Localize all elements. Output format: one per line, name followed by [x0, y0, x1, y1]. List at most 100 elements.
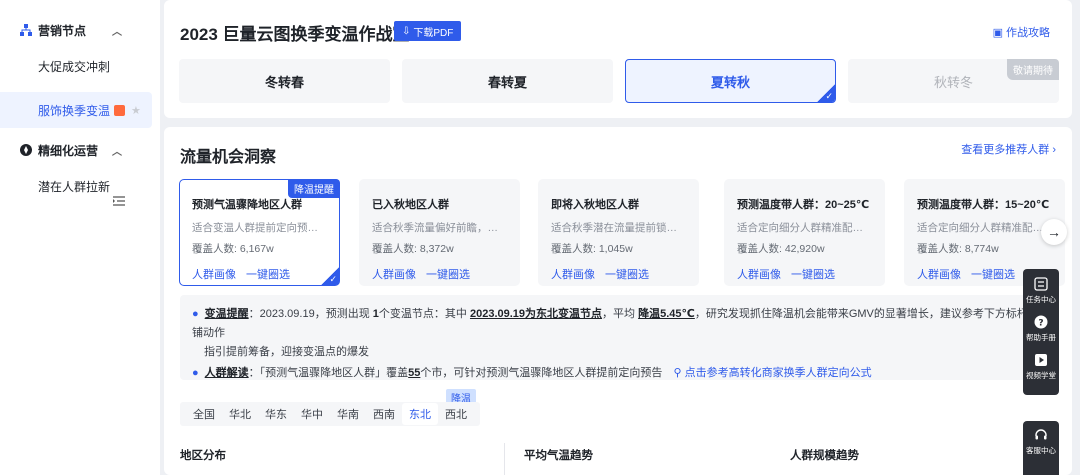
sidebar-group-label: 营销节点 — [38, 23, 87, 38]
sidebar-item-season-change[interactable]: 服饰换季变温 ★ — [0, 92, 152, 128]
region-tab[interactable]: 华南 — [330, 403, 366, 425]
portrait-link[interactable]: 人群画像 — [737, 269, 781, 281]
insight-card: 流量机会洞察 查看更多推荐人群 › 预测气温骤降地区人群 适合变温人群提前定向预… — [164, 127, 1072, 475]
region-tab[interactable]: 西南 — [366, 403, 402, 425]
floating-toolbar: 任务中心 ? 帮助手册 视频学堂 — [1023, 269, 1059, 395]
tab-summer-autumn[interactable]: 夏转秋 ✓ — [625, 59, 836, 103]
more-audiences-link[interactable]: 查看更多推荐人群 › — [961, 141, 1056, 157]
audience-card[interactable]: 预测气温骤降地区人群 适合变温人群提前定向预… 覆盖人数: 6,167w 人群画… — [179, 179, 340, 286]
customer-service-button[interactable]: 客服中心 — [1023, 428, 1059, 466]
task-list-icon — [1034, 277, 1048, 291]
insight-notice: ● 变温提醒：2023.09.19，预测出现 1个变温节点：其中 2023.09.… — [180, 295, 1056, 380]
audience-desc: 适合秋季流量偏好前瞻，… — [372, 222, 498, 234]
tab-winter-spring[interactable]: 冬转春 — [179, 59, 390, 103]
arrow-right-icon[interactable]: → — [1041, 219, 1067, 245]
region-tab[interactable]: 全国 — [186, 403, 222, 425]
notice-line-audience: ● 人群解读：「预测气温骤降地区人群」覆盖55个市，可针对预测气温骤降地区人群提前… — [192, 367, 872, 379]
region-tab-active[interactable]: 东北 — [402, 403, 438, 425]
portrait-link[interactable]: 人群画像 — [192, 269, 236, 281]
notice-text: 个市，可针对预测气温骤降地区人群提前定向预告 — [420, 367, 663, 379]
select-link[interactable]: 一键圈选 — [791, 269, 835, 281]
select-link[interactable]: 一键圈选 — [426, 269, 470, 281]
audience-desc: 适合定向细分人群精准配… — [917, 222, 1043, 234]
tab-label: 春转夏 — [487, 74, 527, 90]
download-pdf-button[interactable]: ⇩ 下载PDF — [394, 21, 462, 41]
audience-cover: 覆盖人数: 8,774w — [917, 243, 999, 255]
audience-cover: 覆盖人数: 8,372w — [372, 243, 454, 255]
audience-desc: 适合秋季潜在流量提前锁… — [551, 222, 677, 234]
toolbar-label: 视频学堂 — [1026, 371, 1056, 380]
guide-link[interactable]: ▣ 作战攻略 — [993, 24, 1050, 40]
select-link[interactable]: 一键圈选 — [605, 269, 649, 281]
region-tab[interactable]: 华北 — [222, 403, 258, 425]
notice-text: ：2023.09.19，预测出现 — [248, 308, 373, 320]
toolbar-label: 客服中心 — [1026, 446, 1056, 455]
svg-text:?: ? — [1038, 319, 1043, 329]
video-school-button[interactable]: 视频学堂 — [1023, 353, 1059, 391]
compass-icon — [20, 144, 32, 156]
audience-desc: 适合变温人群提前定向预… — [192, 222, 318, 234]
headset-icon — [1035, 429, 1047, 440]
audience-card[interactable]: 预测温度带人群：20~25℃ 适合定向细分人群精准配… 覆盖人数: 42,920… — [724, 179, 885, 286]
task-center-button[interactable]: 任务中心 — [1023, 277, 1059, 315]
sidebar-item-label: 大促成交冲刺 — [38, 59, 111, 74]
sidebar-group-marketing[interactable]: 营销节点 ︿ — [0, 14, 160, 46]
org-chart-icon — [20, 24, 32, 36]
audience-cover: 覆盖人数: 6,167w — [192, 243, 274, 255]
notice-count: 55 — [408, 367, 421, 379]
tab-label: 冬转春 — [264, 74, 304, 90]
notice-text: 指引提前筹备，迎接变温点的爆发 — [204, 346, 369, 358]
portrait-link[interactable]: 人群画像 — [372, 269, 416, 281]
sidebar-item-label: 潜在人群拉新 — [38, 179, 111, 194]
section-title: 流量机会洞察 — [180, 149, 277, 166]
temperature-trend-title: 平均气温趋势 — [524, 450, 593, 462]
region-tab[interactable]: 华东 — [258, 403, 294, 425]
audience-title: 已入秋地区人群 — [372, 199, 449, 211]
portrait-link[interactable]: 人群画像 — [917, 269, 961, 281]
check-icon: ✓ — [817, 84, 835, 102]
new-badge-icon — [114, 104, 126, 116]
sidebar-item-label: 服饰换季变温 — [38, 103, 111, 118]
audience-cover: 覆盖人数: 42,920w — [737, 243, 825, 255]
sidebar-item-promo[interactable]: 大促成交冲刺 — [0, 48, 160, 84]
region-tab[interactable]: 华中 — [294, 403, 330, 425]
toolbar-label: 帮助手册 — [1026, 333, 1056, 342]
sidebar-group-label: 精细化运营 — [38, 143, 99, 158]
select-link[interactable]: 一键圈选 — [246, 269, 290, 281]
audience-desc: 适合定向细分人群精准配… — [737, 222, 863, 234]
chevron-up-icon: ︿ — [112, 26, 122, 38]
tab-label: 秋转冬 — [933, 74, 973, 90]
audience-card[interactable]: 即将入秋地区人群 适合秋季潜在流量提前锁… 覆盖人数: 1,045w 人群画像一… — [538, 179, 699, 286]
audience-title: 预测气温骤降地区人群 — [192, 199, 302, 211]
guide-link-label: 作战攻略 — [1006, 27, 1050, 39]
help-icon: ? — [1034, 315, 1048, 329]
video-play-icon — [1035, 354, 1047, 366]
sidebar: 营销节点 ︿ 大促成交冲刺 服饰换季变温 ★ 精细化运营 ︿ 潜在人群拉新 — [0, 0, 160, 475]
location-pin-icon: ⚲ — [673, 367, 682, 379]
audience-title: 预测温度带人群：15~20℃ — [917, 199, 1050, 211]
notice-text: ，平均 — [602, 308, 639, 320]
region-distribution-title: 地区分布 — [180, 450, 226, 462]
coming-soon-badge: 敬请期待 — [1007, 59, 1059, 80]
download-icon: ⇩ — [402, 25, 411, 37]
select-link[interactable]: 一键圈选 — [971, 269, 1015, 281]
notice-text: 个变温节点：其中 — [378, 308, 470, 320]
audience-title: 即将入秋地区人群 — [551, 199, 639, 211]
tab-spring-summer[interactable]: 春转夏 — [402, 59, 613, 103]
download-pdf-label: 下载PDF — [413, 27, 454, 39]
notice-line-alert: ● 变温提醒：2023.09.19，预测出现 1个变温节点：其中 2023.09.… — [192, 308, 1039, 339]
sidebar-group-ops[interactable]: 精细化运营 ︿ — [0, 134, 160, 166]
sidebar-item-prospect[interactable]: 潜在人群拉新 — [0, 168, 160, 204]
notice-label: 人群解读 — [204, 367, 249, 379]
tab-label: 夏转秋 — [710, 74, 750, 90]
formula-link[interactable]: 点击参考高转化商家换季人群定向公式 — [685, 367, 872, 379]
audience-card[interactable]: 已入秋地区人群 适合秋季流量偏好前瞻，… 覆盖人数: 8,372w 人群画像 一键… — [359, 179, 520, 286]
help-manual-button[interactable]: ? 帮助手册 — [1023, 315, 1059, 353]
audience-cover: 覆盖人数: 1,045w — [551, 243, 633, 255]
collapse-menu-icon[interactable] — [113, 196, 125, 206]
portrait-link[interactable]: 人群画像 — [551, 269, 595, 281]
star-icon[interactable]: ★ — [131, 104, 141, 117]
notice-label: 变温提醒 — [204, 308, 249, 320]
calendar-icon: ▣ — [992, 26, 1003, 39]
region-tab[interactable]: 西北 — [438, 403, 474, 425]
